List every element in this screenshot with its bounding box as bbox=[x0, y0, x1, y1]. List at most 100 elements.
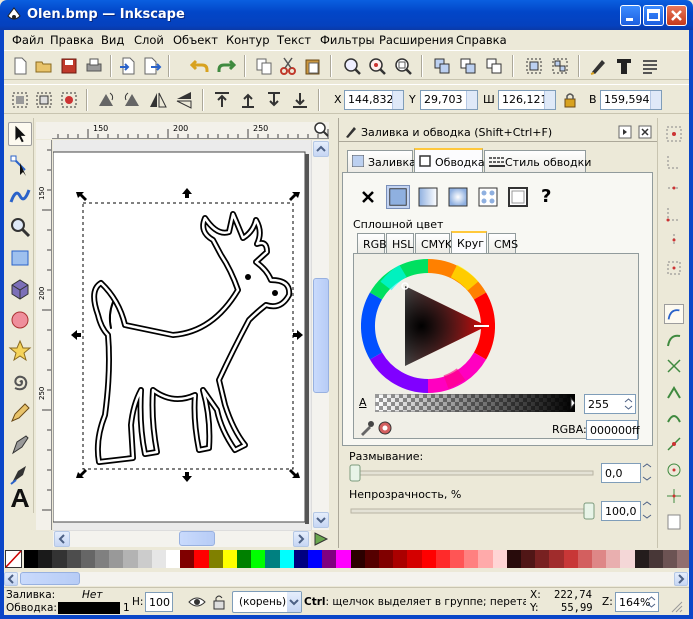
subtab-rgb[interactable]: RGB bbox=[357, 233, 387, 253]
subtab-hsl[interactable]: HSL bbox=[386, 233, 414, 253]
color-swatch[interactable] bbox=[194, 550, 210, 568]
color-swatch[interactable] bbox=[137, 550, 153, 568]
open-icon[interactable] bbox=[34, 56, 54, 76]
w-input[interactable]: 126,121 bbox=[498, 90, 556, 110]
scroll-left-button[interactable] bbox=[54, 531, 70, 547]
color-managed-icon[interactable] bbox=[377, 420, 393, 436]
color-swatch[interactable] bbox=[237, 550, 252, 568]
color-swatch[interactable] bbox=[180, 550, 196, 568]
color-swatch[interactable] bbox=[166, 550, 181, 568]
raise-to-top-icon[interactable] bbox=[212, 90, 232, 110]
layer-lock-icon[interactable] bbox=[210, 593, 228, 611]
group-icon[interactable] bbox=[524, 56, 544, 76]
dock-collapse-icon[interactable] bbox=[618, 125, 632, 139]
menu-object[interactable]: Объект bbox=[173, 33, 218, 47]
color-swatch[interactable] bbox=[634, 550, 650, 568]
node-tool-icon[interactable] bbox=[8, 153, 32, 177]
lock-icon[interactable] bbox=[560, 90, 580, 110]
ellipse-tool-icon[interactable] bbox=[8, 308, 32, 332]
pen-tool-icon[interactable] bbox=[8, 432, 32, 456]
zoom-input[interactable]: 164% bbox=[615, 592, 659, 612]
color-swatch[interactable] bbox=[478, 550, 494, 568]
snap-bbox-icon[interactable] bbox=[664, 152, 684, 172]
color-swatch[interactable] bbox=[151, 550, 167, 568]
color-swatch[interactable] bbox=[563, 550, 579, 568]
import-icon[interactable] bbox=[118, 56, 138, 76]
hscroll-thumb[interactable] bbox=[179, 531, 215, 546]
subtab-cmyk[interactable]: CMYK bbox=[415, 233, 452, 253]
tab-stroke-paint[interactable]: Обводка bbox=[414, 148, 485, 172]
canvas-hscrollbar[interactable] bbox=[53, 530, 311, 547]
snap-midpoint-icon[interactable] bbox=[664, 230, 684, 250]
lower-icon[interactable] bbox=[264, 90, 284, 110]
select-all-layers-icon[interactable] bbox=[34, 90, 54, 110]
color-swatch[interactable] bbox=[577, 550, 593, 568]
opacity-status-input[interactable]: 100 bbox=[145, 592, 173, 612]
color-swatch[interactable] bbox=[251, 550, 267, 568]
alpha-input[interactable]: 255 bbox=[584, 394, 636, 414]
color-swatch[interactable] bbox=[393, 550, 409, 568]
horizontal-ruler[interactable]: 150 200 250 bbox=[52, 122, 329, 139]
deselect-icon[interactable] bbox=[59, 90, 79, 110]
zoom-tool-icon[interactable] bbox=[8, 215, 32, 239]
snap-path-midpoint-icon[interactable] bbox=[664, 434, 684, 454]
color-swatch[interactable] bbox=[464, 550, 480, 568]
raise-icon[interactable] bbox=[238, 90, 258, 110]
paste-icon[interactable] bbox=[303, 56, 323, 76]
color-swatch[interactable] bbox=[66, 550, 82, 568]
clone-icon[interactable] bbox=[458, 56, 478, 76]
color-wheel[interactable] bbox=[361, 259, 495, 393]
rect-tool-icon[interactable] bbox=[8, 246, 32, 270]
copy-icon[interactable] bbox=[254, 56, 274, 76]
tab-fill[interactable]: Заливка bbox=[347, 150, 416, 172]
unset-paint-button[interactable]: ? bbox=[541, 186, 551, 207]
color-swatch[interactable] bbox=[336, 550, 352, 568]
x-input[interactable]: 144,832 bbox=[344, 90, 404, 110]
color-swatch[interactable] bbox=[123, 550, 139, 568]
blur-slider-thumb[interactable] bbox=[349, 464, 361, 482]
menu-layer[interactable]: Слой bbox=[134, 33, 164, 47]
snap-intersection-icon[interactable] bbox=[664, 356, 684, 376]
color-swatch[interactable] bbox=[435, 550, 451, 568]
snap-smooth-icon[interactable] bbox=[664, 408, 684, 428]
menu-filters[interactable]: Фильтры bbox=[320, 33, 375, 47]
color-swatch[interactable] bbox=[322, 550, 338, 568]
print-icon[interactable] bbox=[84, 56, 104, 76]
menu-edit[interactable]: Правка bbox=[50, 33, 94, 47]
select-all-icon[interactable] bbox=[10, 90, 30, 110]
subtab-cms[interactable]: CMS bbox=[488, 233, 518, 253]
menu-path[interactable]: Контур bbox=[226, 33, 270, 47]
color-swatch[interactable] bbox=[535, 550, 551, 568]
color-swatch[interactable] bbox=[308, 550, 323, 568]
zoom-drawing-icon[interactable] bbox=[367, 56, 387, 76]
zoom-page-icon[interactable] bbox=[393, 56, 413, 76]
fill-indicator-value[interactable]: Нет bbox=[82, 589, 102, 601]
dock-close-icon[interactable] bbox=[638, 125, 652, 139]
menu-view[interactable]: Вид bbox=[101, 33, 124, 47]
y-input[interactable]: 29,703 bbox=[420, 90, 478, 110]
snap-toggle-icon[interactable] bbox=[664, 124, 684, 144]
undo-icon[interactable] bbox=[190, 56, 210, 76]
calligraphy-tool-icon[interactable] bbox=[8, 463, 32, 487]
rotate-ccw-icon[interactable] bbox=[96, 90, 116, 110]
pencil-tool-icon[interactable] bbox=[8, 401, 32, 425]
stroke-indicator-swatch[interactable] bbox=[58, 602, 120, 614]
opacity-slider-thumb[interactable] bbox=[583, 502, 595, 520]
resize-grip-icon[interactable] bbox=[668, 598, 684, 614]
new-icon[interactable] bbox=[10, 56, 30, 76]
spiral-tool-icon[interactable] bbox=[8, 370, 32, 394]
flip-vertical-icon[interactable] bbox=[174, 90, 194, 110]
text-font-icon[interactable] bbox=[614, 56, 634, 76]
rotate-cw-icon[interactable] bbox=[122, 90, 142, 110]
color-swatch[interactable] bbox=[379, 550, 394, 568]
canvas-vscrollbar[interactable] bbox=[311, 140, 329, 530]
no-paint-icon[interactable] bbox=[356, 185, 380, 209]
snap-cusp-icon[interactable] bbox=[664, 382, 684, 402]
drawing[interactable] bbox=[53, 140, 311, 530]
color-swatch[interactable] bbox=[293, 550, 309, 568]
radial-gradient-icon[interactable] bbox=[446, 185, 470, 209]
minimize-button[interactable] bbox=[620, 5, 641, 26]
opacity-input[interactable]: 100,0 bbox=[601, 501, 641, 521]
text-tool-icon[interactable] bbox=[8, 486, 32, 510]
duplicate-icon[interactable] bbox=[432, 56, 452, 76]
